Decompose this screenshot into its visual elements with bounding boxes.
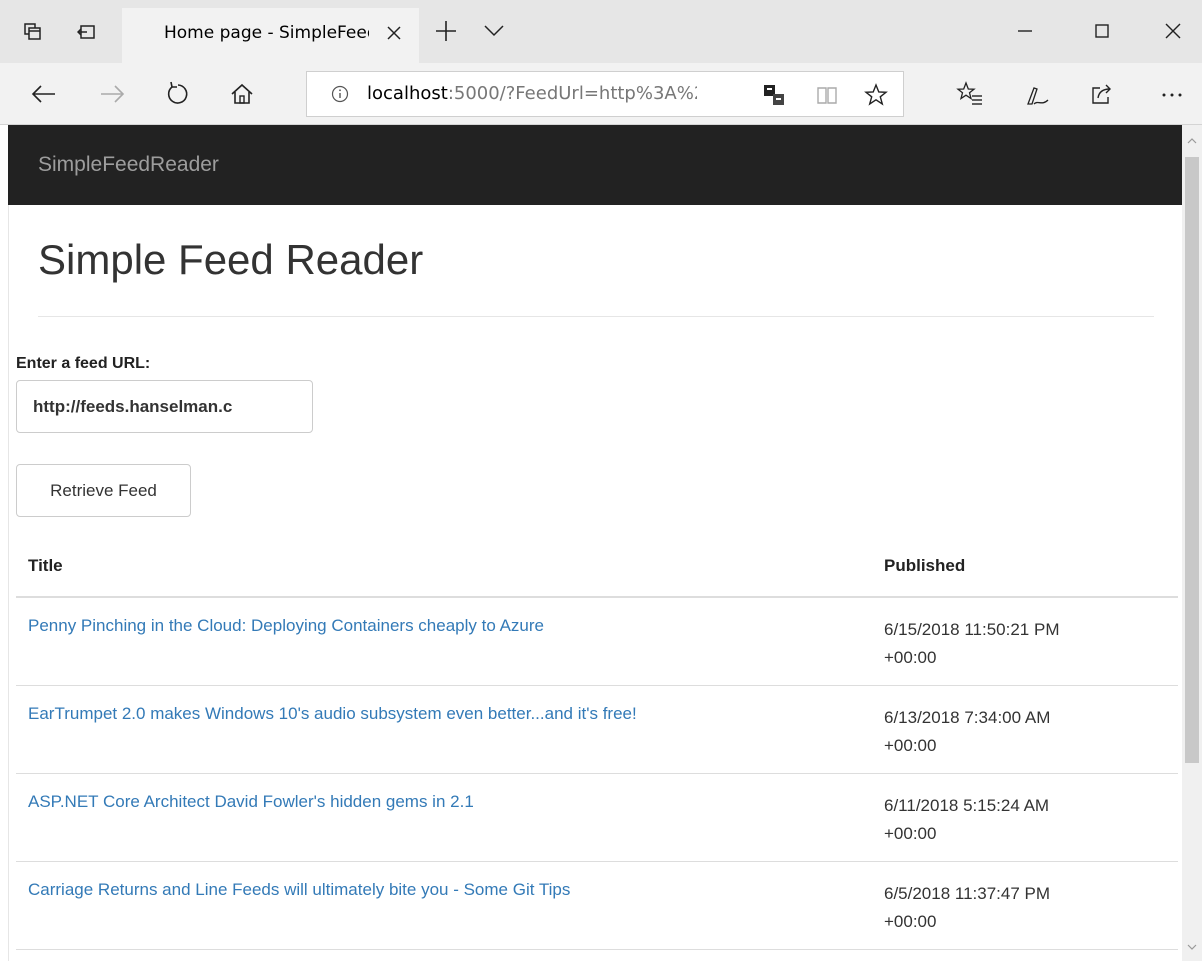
chevron-down-icon[interactable] [482, 20, 506, 40]
translate-icon[interactable] [762, 83, 786, 107]
browser-toolbar: localhost:5000/?FeedUrl=http%3A%2F%2Ff [0, 63, 1202, 125]
brand-link[interactable]: SimpleFeedReader [38, 153, 219, 177]
address-text: localhost:5000/?FeedUrl=http%3A%2F%2Ff [367, 83, 697, 104]
published-datetime: 6/11/2018 5:15:24 AM [884, 796, 1050, 815]
retrieve-feed-button[interactable]: Retrieve Feed [16, 464, 191, 517]
feed-url-input[interactable]: http://feeds.hanselman.c [16, 380, 313, 433]
feed-url-label: Enter a feed URL: [16, 355, 151, 372]
row-divider [16, 949, 1178, 950]
published-date: 6/11/2018 5:15:24 AM +00:00 [884, 792, 1154, 848]
page-title: Simple Feed Reader [38, 236, 424, 283]
published-datetime: 6/5/2018 11:37:47 PM [884, 884, 1051, 903]
tab-bar: Home page - SimpleFeedReader [0, 0, 1202, 63]
table-row: ASP.NET Core Architect David Fowler's hi… [16, 774, 1178, 862]
divider [38, 316, 1154, 317]
active-tab[interactable]: Home page - SimpleFeedReader [122, 8, 419, 63]
maximize-icon[interactable] [1089, 18, 1115, 44]
page-left-edge [0, 125, 9, 961]
vertical-scrollbar[interactable] [1182, 125, 1202, 961]
published-offset: +00:00 [884, 648, 937, 667]
scrollbar-thumb[interactable] [1185, 157, 1199, 763]
address-path: :5000/?FeedUrl=http%3A%2F%2Ff [447, 83, 697, 104]
feed-item-link[interactable]: EarTrumpet 2.0 makes Windows 10's audio … [28, 704, 637, 724]
window-close-icon[interactable] [1160, 18, 1186, 44]
published-date: 6/13/2018 7:34:00 AM +00:00 [884, 704, 1154, 760]
app-navbar: SimpleFeedReader [8, 125, 1182, 205]
table-row: Penny Pinching in the Cloud: Deploying C… [16, 598, 1178, 686]
published-date: 6/15/2018 11:50:21 PM +00:00 [884, 616, 1154, 672]
close-tab-icon[interactable] [383, 22, 405, 44]
published-date: 6/5/2018 11:37:47 PM +00:00 [884, 880, 1154, 936]
feed-item-link[interactable]: Carriage Returns and Line Feeds will ult… [28, 880, 570, 900]
refresh-icon[interactable] [162, 79, 194, 109]
address-host: localhost [367, 83, 448, 104]
tab-manager-icon[interactable] [8, 0, 58, 63]
new-tab-icon[interactable] [432, 17, 460, 45]
home-icon[interactable] [226, 79, 258, 109]
feed-item-link[interactable]: ASP.NET Core Architect David Fowler's hi… [28, 792, 474, 812]
published-offset: +00:00 [884, 736, 937, 755]
reading-view-icon[interactable] [815, 83, 839, 107]
column-header-published: Published [884, 556, 966, 575]
address-bar[interactable]: localhost:5000/?FeedUrl=http%3A%2F%2Ff [306, 71, 904, 117]
favorites-hub-icon[interactable] [956, 80, 984, 108]
published-datetime: 6/15/2018 11:50:21 PM [884, 620, 1060, 639]
feed-item-link[interactable]: Penny Pinching in the Cloud: Deploying C… [28, 616, 544, 636]
favorite-star-icon[interactable] [864, 83, 888, 107]
info-icon[interactable] [331, 85, 349, 103]
forward-icon[interactable] [96, 79, 128, 109]
published-offset: +00:00 [884, 824, 937, 843]
column-header-title: Title [28, 556, 63, 575]
table-row: EarTrumpet 2.0 makes Windows 10's audio … [16, 686, 1178, 774]
minimize-icon[interactable] [1012, 18, 1038, 44]
scroll-up-icon[interactable] [1186, 135, 1198, 147]
published-datetime: 6/13/2018 7:34:00 AM [884, 708, 1051, 727]
table-row: Carriage Returns and Line Feeds will ult… [16, 862, 1178, 950]
set-aside-tabs-icon[interactable] [62, 0, 112, 63]
published-offset: +00:00 [884, 912, 937, 931]
more-options-icon[interactable] [1158, 80, 1186, 108]
share-icon[interactable] [1088, 80, 1116, 108]
pen-notes-icon[interactable] [1024, 80, 1052, 108]
back-icon[interactable] [28, 79, 60, 109]
scroll-down-icon[interactable] [1186, 941, 1198, 953]
tab-title: Home page - SimpleFeedReader [164, 23, 369, 43]
